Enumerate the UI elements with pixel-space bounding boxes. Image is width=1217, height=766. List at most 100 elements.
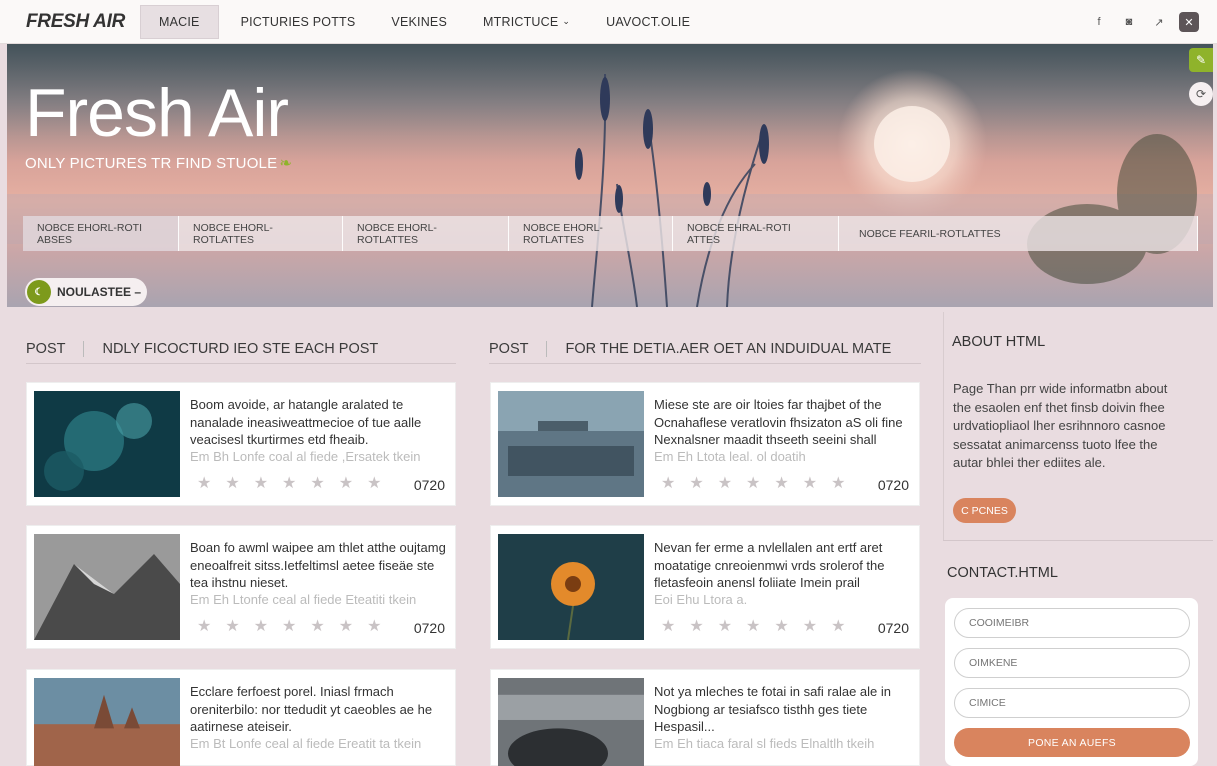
filter-tab[interactable]: NOBCE EHORL-ROTLATTES: [179, 216, 343, 251]
post-thumbnail: [498, 391, 644, 497]
post-text: Miese ste are oir ltoies far thajbet of …: [654, 396, 912, 465]
share-icon[interactable]: ↗: [1149, 12, 1169, 32]
post-meta: Em Eh Ltonfe ceal al fiede Eteatiti tkei…: [190, 591, 417, 607]
star-icon: ★: [689, 618, 704, 635]
star-icon: ★: [225, 618, 240, 635]
hero-title: Fresh Air: [25, 75, 289, 151]
column-title: NDLY FICOCTURD IEO STE EACH POST: [102, 340, 379, 357]
star-icon: ★: [746, 475, 761, 492]
post-card[interactable]: Nevan fer erme a nvlellalen ant ertf are…: [490, 525, 920, 649]
post-excerpt: Miese ste are oir ltoies far thajbet of …: [654, 397, 903, 447]
post-card[interactable]: Boan fo awml waipee am thlet atthe oujta…: [26, 525, 456, 649]
facebook-icon[interactable]: f: [1089, 12, 1109, 32]
contact-message-field[interactable]: [954, 688, 1190, 718]
about-button[interactable]: C PCNES: [953, 498, 1016, 523]
post-count: 0720: [877, 477, 909, 493]
hero-subtitle-text: ONLY PICTURES TR FIND STUOLE: [25, 155, 278, 172]
post-card[interactable]: Miese ste are oir ltoies far thajbet of …: [490, 382, 920, 506]
contact-name-field[interactable]: [954, 608, 1190, 638]
column-label[interactable]: POST: [26, 341, 65, 357]
column-title: FOR THE DETIA.AER OET AN INDUIDUAL MATE: [565, 340, 892, 357]
post-thumbnail: [498, 678, 644, 766]
post-meta: Em Bt Lonfe ceal al fiede Ereatit ta tke…: [190, 735, 422, 751]
star-icon: ★: [225, 475, 240, 492]
filter-tab[interactable]: NOBCE EHRAL-ROTI ATTES: [673, 216, 839, 251]
post-meta: Em Bh Lonfe coal al fiede ,Ersatek tkein: [190, 448, 421, 464]
post-text: Ecclare ferfoest porel. Iniasl frmach or…: [190, 683, 448, 752]
star-icon: ★: [253, 475, 269, 492]
post-count: 0720: [413, 477, 445, 493]
post-thumbnail: [498, 534, 644, 640]
star-icon: ★: [282, 618, 297, 635]
column-label[interactable]: POST: [489, 341, 528, 357]
star-icon: ★: [831, 475, 846, 492]
post-card[interactable]: Not ya mleches te fotai in safi ralae al…: [490, 669, 920, 766]
star-icon: ★: [717, 618, 733, 635]
post-excerpt: Nevan fer erme a nvlellalen ant ertf are…: [654, 540, 885, 590]
star-icon: ★: [661, 618, 676, 635]
post-meta: Em Eh Ltota leal. ol doatih: [654, 448, 806, 464]
post-thumbnail: [34, 534, 180, 640]
about-text: Page Than prr wide informatbn about the …: [953, 381, 1168, 470]
filter-tab[interactable]: NOBCE EHORL-ROTI ABSES: [23, 216, 179, 251]
column-header-left: POST NDLY FICOCTURD IEO STE EACH POST: [26, 334, 456, 364]
star-icon: ★: [802, 475, 818, 492]
nav-item-about[interactable]: UAVOCT.OLIE: [588, 0, 708, 44]
star-icon: ★: [774, 618, 789, 635]
filter-tab[interactable]: NOBCE FEARIL-ROTLATTES: [839, 216, 1198, 251]
submit-button[interactable]: PONE AN AUEFS: [954, 728, 1190, 757]
nav-item-views[interactable]: VEKINES: [373, 0, 465, 44]
post-card[interactable]: Ecclare ferfoest porel. Iniasl frmach or…: [26, 669, 456, 766]
divider: [83, 340, 85, 357]
star-icon: ★: [661, 475, 676, 492]
rating-stars[interactable]: ★ ★ ★ ★ ★ ★ ★: [197, 473, 381, 493]
star-icon: ★: [802, 618, 818, 635]
post-excerpt: Boom avoide, ar hatangle aralated te nan…: [190, 397, 422, 447]
close-icon[interactable]: ✕: [1179, 12, 1199, 32]
star-icon: ★: [197, 475, 212, 492]
contact-email-field[interactable]: [954, 648, 1190, 678]
star-icon: ★: [717, 475, 733, 492]
nav-item-home[interactable]: MACIE: [140, 4, 219, 39]
star-icon: ★: [367, 618, 382, 635]
star-icon: ★: [831, 618, 846, 635]
column-header-right: POST FOR THE DETIA.AER OET AN INDUIDUAL …: [489, 334, 921, 364]
rating-stars[interactable]: ★ ★ ★ ★ ★ ★ ★: [661, 473, 845, 493]
edit-icon[interactable]: ✎: [1189, 48, 1213, 72]
nav-item-structure[interactable]: MTRICTUCE ⌄: [465, 0, 588, 44]
hero-banner: Fresh Air ONLY PICTURES TR FIND STUOLE ❧ …: [7, 44, 1213, 307]
latest-toggle-label: NOULASTEE –: [57, 285, 142, 299]
latest-toggle-button[interactable]: ☾ NOULASTEE –: [25, 278, 147, 306]
post-meta: Em Eh tiaca faral sl fieds Elnaltlh tkei…: [654, 735, 875, 751]
post-text: Boom avoide, ar hatangle aralated te nan…: [190, 396, 448, 465]
post-meta: Eoi Ehu Ltora a.: [654, 591, 748, 607]
star-icon: ★: [746, 618, 761, 635]
filter-tab[interactable]: NOBCE EHORL-ROTLATTES: [343, 216, 509, 251]
star-icon: ★: [774, 475, 789, 492]
post-thumbnail: [34, 678, 180, 766]
post-card[interactable]: Boom avoide, ar hatangle aralated te nan…: [26, 382, 456, 506]
sidebar-divider: [943, 540, 1213, 541]
post-excerpt: Ecclare ferfoest porel. Iniasl frmach or…: [190, 684, 433, 734]
contact-title: CONTACT.HTML: [947, 565, 1058, 581]
nav-item-pictures[interactable]: PICTURIES POTTS: [223, 0, 374, 44]
star-icon: ★: [338, 475, 354, 492]
about-title: ABOUT HTML: [952, 334, 1046, 350]
instagram-icon[interactable]: ◙: [1119, 12, 1139, 32]
filter-tab[interactable]: NOBCE EHORL-ROTLATTES: [509, 216, 673, 251]
star-icon: ★: [310, 618, 325, 635]
star-icon: ★: [310, 475, 325, 492]
site-brand[interactable]: FRESH AIR: [0, 11, 140, 33]
chevron-down-icon: ⌄: [562, 16, 571, 26]
post-thumbnail: [34, 391, 180, 497]
refresh-icon[interactable]: ⟳: [1189, 82, 1213, 106]
moon-icon: ☾: [27, 280, 51, 304]
divider: [546, 340, 548, 357]
rating-stars[interactable]: ★ ★ ★ ★ ★ ★ ★: [661, 616, 845, 636]
top-navbar: FRESH AIR MACIE PICTURIES POTTS VEKINES …: [0, 0, 1217, 44]
post-count: 0720: [877, 620, 909, 636]
star-icon: ★: [689, 475, 704, 492]
star-icon: ★: [197, 618, 212, 635]
rating-stars[interactable]: ★ ★ ★ ★ ★ ★ ★: [197, 616, 381, 636]
social-links: f ◙ ↗ ✕: [1089, 12, 1199, 32]
